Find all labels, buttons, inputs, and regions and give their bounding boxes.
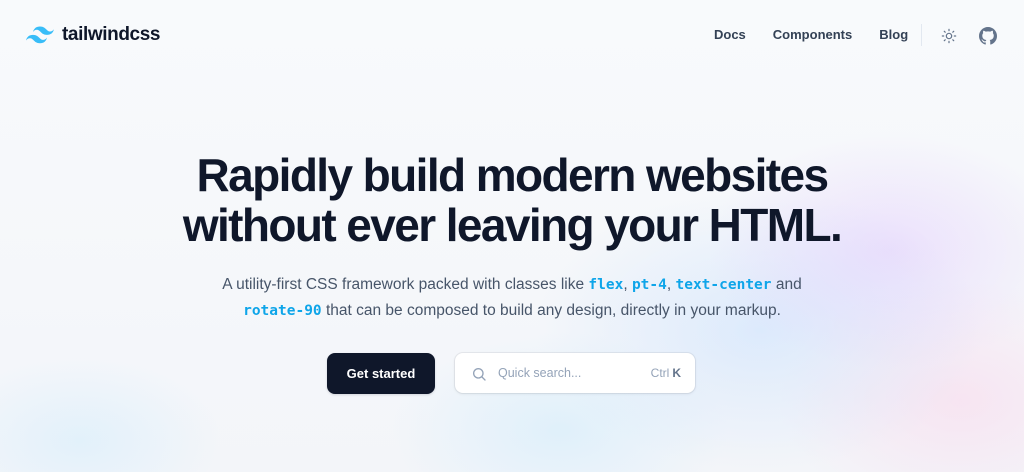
theme-toggle-button[interactable] — [939, 26, 959, 46]
get-started-button[interactable]: Get started — [327, 353, 435, 394]
search-shortcut-hint: Ctrl K — [651, 366, 681, 380]
nav-link-blog[interactable]: Blog — [879, 26, 908, 44]
code-pt-4: pt-4 — [631, 277, 667, 293]
nav-divider — [921, 24, 922, 46]
main-nav: Docs Components Blog — [714, 26, 908, 44]
shortcut-key: K — [672, 366, 681, 380]
subtitle-sep-1: , — [623, 276, 632, 293]
github-link[interactable] — [978, 26, 998, 46]
hero-headline-line-1: Rapidly build modern websites — [196, 149, 830, 201]
hero-headline-line-2: without ever leaving your HTML. — [182, 199, 843, 251]
search-input[interactable] — [498, 353, 638, 393]
search-icon — [473, 368, 486, 381]
nav-link-components[interactable]: Components — [773, 26, 852, 44]
tailwind-logo-icon — [26, 26, 54, 44]
brand-logo-link[interactable]: tailwindcss — [26, 24, 160, 46]
brand-name: tailwindcss — [62, 24, 161, 45]
hero-headline: Rapidly build modern websites without ev… — [0, 150, 1024, 250]
subtitle-text-1: A utility-first CSS framework packed wit… — [222, 276, 589, 293]
hero-subtitle-line-2: rotate-90 that can be composed to build … — [0, 298, 1024, 324]
shortcut-modifier: Ctrl — [650, 366, 670, 380]
hero-subtitle-line-1: A utility-first CSS framework packed wit… — [0, 272, 1024, 298]
hero-subtitle: A utility-first CSS framework packed wit… — [0, 272, 1024, 324]
subtitle-text-2: and — [771, 276, 802, 293]
sun-icon — [941, 28, 957, 44]
code-rotate-90: rotate-90 — [243, 303, 322, 319]
github-icon — [979, 27, 997, 45]
nav-link-docs[interactable]: Docs — [714, 26, 746, 44]
code-flex: flex — [588, 277, 624, 293]
site-header: tailwindcss Docs Components Blog — [0, 0, 1024, 70]
subtitle-text-3: that can be composed to build any design… — [321, 302, 781, 319]
quick-search-box[interactable]: CtrlK — [455, 353, 695, 393]
code-text-center: text-center — [675, 277, 772, 293]
